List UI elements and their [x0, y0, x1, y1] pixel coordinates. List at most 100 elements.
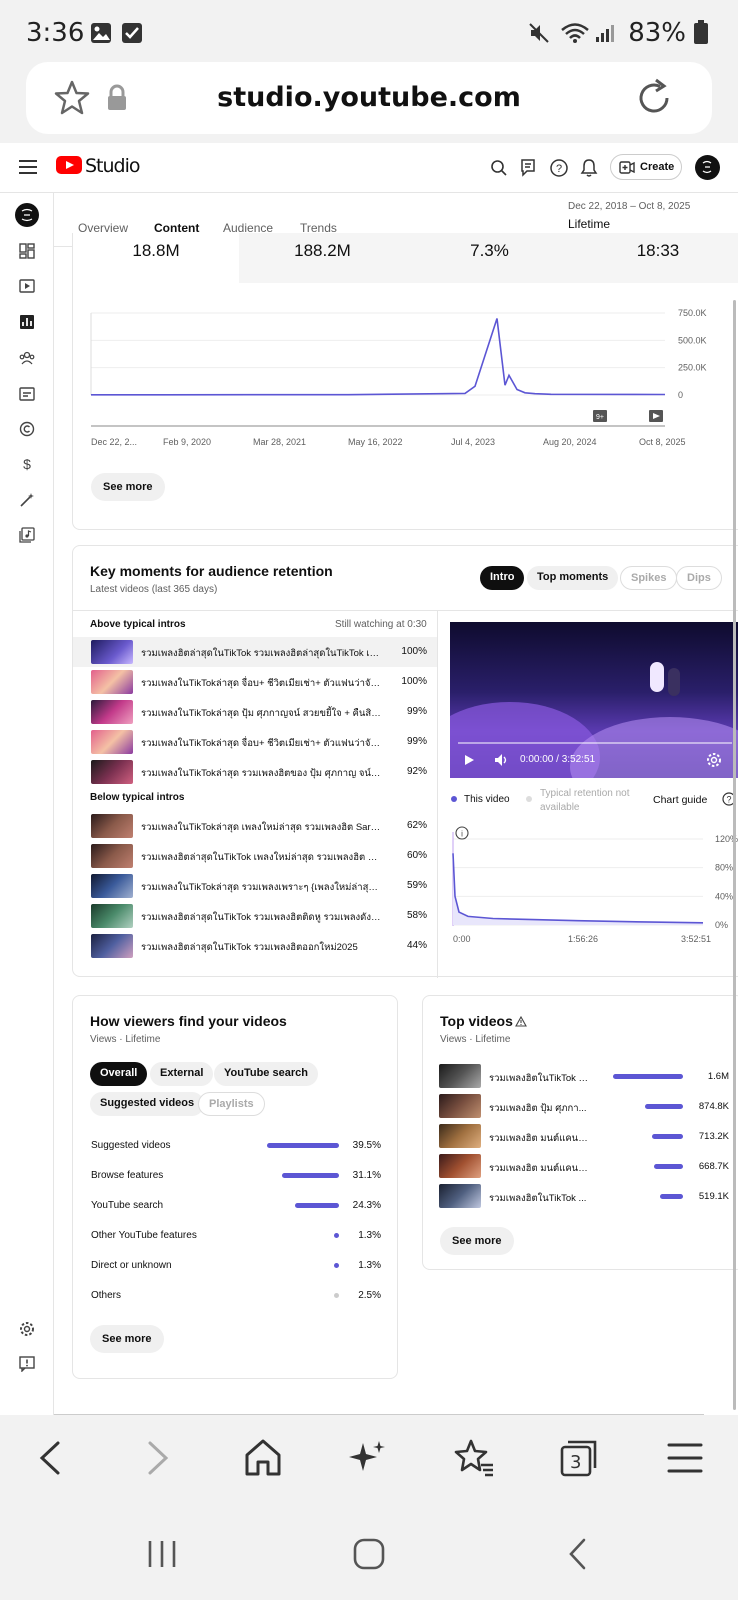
filter-playlists[interactable]: Playlists [198, 1092, 265, 1116]
subtitles-icon[interactable] [19, 386, 35, 402]
status-bar: 3:36 83% [0, 0, 738, 62]
system-back-icon[interactable] [562, 1537, 596, 1571]
notifications-bell-icon[interactable] [580, 158, 598, 178]
legend-this-video: This video [464, 794, 510, 805]
filter-dips[interactable]: Dips [676, 566, 722, 590]
help-icon[interactable]: ? [549, 158, 569, 178]
list-item[interactable]: รวมเพลงในTikTokล่าสุด จื่อบ+ ชีวิตเมียเช… [73, 667, 437, 697]
address-bar[interactable]: studio.youtube.com [26, 62, 712, 134]
send-feedback-icon[interactable] [19, 1356, 35, 1372]
feedback-list-icon[interactable] [520, 158, 538, 178]
video-player[interactable]: 0:00:00 / 3:52:51 [450, 622, 738, 778]
filter-top-moments[interactable]: Top moments [527, 566, 619, 590]
top-video-row[interactable]: รวมเพลงฮิต มนต์แคน แ... 713.2K [439, 1122, 729, 1150]
menu-icon[interactable] [662, 1435, 708, 1481]
x-tick-label: Mar 28, 2021 [253, 437, 306, 447]
channel-logo-icon [702, 160, 712, 174]
svg-text:$: $ [23, 456, 31, 472]
audio-library-icon[interactable] [19, 527, 35, 543]
page-scrollbar[interactable] [733, 300, 736, 1410]
list-item[interactable]: รวมเพลงฮิตล่าสุดในTikTok รวมเพลงฮิตออกให… [73, 931, 437, 961]
legend-typical-retention: Typical retention not available [540, 788, 630, 813]
traffic-source-row[interactable]: Other YouTube features 1.3% [91, 1226, 381, 1246]
filter-spikes[interactable]: Spikes [620, 566, 678, 590]
filter-youtube-search[interactable]: YouTube search [214, 1062, 318, 1086]
community-icon[interactable] [19, 350, 35, 366]
list-item[interactable]: รวมเพลงในTikTokล่าสุด จื่อบ+ ชีวิตเมียเช… [73, 727, 437, 757]
channel-avatar[interactable] [15, 203, 39, 227]
traffic-source-row[interactable]: Others 2.5% [91, 1286, 381, 1306]
back-arrow-icon[interactable] [28, 1435, 74, 1481]
above-typical-label: Above typical intros [90, 619, 186, 630]
list-item[interactable]: รวมเพลงในTikTokล่าสุด รวมเพลงเพราะๆ {เพล… [73, 871, 437, 901]
info-icon[interactable]: i [455, 826, 469, 840]
play-icon[interactable] [462, 753, 476, 767]
volume-icon[interactable] [494, 753, 510, 767]
warning-icon[interactable] [515, 1016, 527, 1027]
see-more-button[interactable]: See more [90, 1325, 164, 1353]
content-icon[interactable] [19, 278, 35, 294]
ai-sparkle-icon[interactable] [345, 1435, 391, 1481]
x-tick-label: 3:52:51 [681, 934, 711, 944]
youtube-logo-icon[interactable] [56, 156, 82, 174]
top-video-row[interactable]: รวมเพลงฮิต มนต์แคน แ... 668.7K [439, 1152, 729, 1180]
see-more-button[interactable]: See more [440, 1227, 514, 1255]
analytics-icon[interactable] [19, 314, 35, 330]
x-tick-label: Dec 22, 2... [91, 437, 137, 447]
settings-gear-icon[interactable] [19, 1321, 35, 1337]
legend-swatch [451, 796, 457, 802]
home-icon[interactable] [240, 1435, 286, 1481]
create-video-icon [619, 161, 635, 174]
video-thumbnail [439, 1154, 481, 1178]
traffic-source-row[interactable]: Suggested videos 39.5% [91, 1136, 381, 1156]
traffic-source-row[interactable]: Browse features 31.1% [91, 1166, 381, 1186]
recent-apps-icon[interactable] [145, 1537, 179, 1571]
copyright-icon[interactable] [19, 421, 35, 437]
forward-arrow-icon[interactable] [134, 1435, 180, 1481]
top-video-row[interactable]: รวมเพลงฮิต ปุ้ม ศุภกา... 874.8K [439, 1092, 729, 1120]
y-tick-label: 250.0K [678, 363, 707, 373]
list-item[interactable]: รวมเพลงในTikTokล่าสุด ปุ้ม ศุภกาญจน์ สวย… [73, 697, 437, 727]
video-marker-icon[interactable] [649, 410, 663, 422]
metric-impressions[interactable]: 188.2M [239, 233, 406, 283]
create-button[interactable]: Create [610, 154, 682, 180]
top-video-row[interactable]: รวมเพลงฮิตในTikTok [... 1.6M [439, 1062, 729, 1090]
legend-swatch [526, 796, 532, 802]
bookmarks-icon[interactable] [451, 1435, 497, 1481]
published-video-marker[interactable]: 9+ [593, 410, 607, 422]
top-video-row[interactable]: รวมเพลงฮิตในTikTok ... 519.1K [439, 1182, 729, 1210]
list-item[interactable]: รวมเพลงฮิตล่าสุดในTikTok เพลงใหม่ล่าสุด … [73, 841, 437, 871]
video-title: รวมเพลงฮิต มนต์แคน แ... [489, 1163, 589, 1174]
metric-views[interactable]: 18.8M [73, 233, 239, 283]
search-icon[interactable] [490, 159, 508, 177]
chart-guide-link[interactable]: Chart guide [653, 794, 707, 806]
video-progress-bar[interactable] [458, 742, 732, 744]
url-text[interactable]: studio.youtube.com [26, 82, 712, 113]
filter-suggested-videos[interactable]: Suggested videos [90, 1092, 205, 1116]
filter-external[interactable]: External [150, 1062, 214, 1086]
system-home-icon[interactable] [352, 1537, 386, 1571]
list-item[interactable]: รวมเพลงฮิตล่าสุดในTikTok รวมเพลงฮิตล่าสุ… [73, 637, 437, 667]
traffic-source-row[interactable]: YouTube search 24.3% [91, 1196, 381, 1216]
traffic-source-row[interactable]: Direct or unknown 1.3% [91, 1256, 381, 1276]
filter-overall[interactable]: Overall [90, 1062, 148, 1086]
x-tick-label: Aug 20, 2024 [543, 437, 597, 447]
list-item[interactable]: รวมเพลงในTikTokล่าสุด เพลงใหม่ล่าสุด รวม… [73, 811, 437, 841]
player-settings-icon[interactable] [706, 752, 722, 768]
see-more-button[interactable]: See more [91, 473, 165, 501]
list-item[interactable]: รวมเพลงในTikTokล่าสุด รวมเพลงฮิตของ ปุ้ม… [73, 757, 437, 787]
avatar[interactable] [695, 155, 720, 180]
customization-wand-icon[interactable] [19, 492, 35, 508]
metric-ctr[interactable]: 7.3% [406, 233, 573, 283]
tabs-button[interactable]: 3 [556, 1435, 602, 1481]
metric-avg-duration[interactable]: 18:33 [573, 233, 738, 283]
list-item[interactable]: รวมเพลงฮิตล่าสุดในTikTok รวมเพลงฮิตติดหู… [73, 901, 437, 931]
dashboard-icon[interactable] [19, 243, 35, 259]
traffic-sources-card: How viewers find your videos Views · Lif… [72, 995, 398, 1379]
earn-dollar-icon[interactable]: $ [19, 456, 35, 472]
menu-icon[interactable] [18, 158, 38, 176]
filter-intro[interactable]: Intro [480, 566, 525, 590]
battery-level: 83% [628, 18, 686, 48]
browser-toolbar: 3 [0, 1415, 738, 1600]
reload-icon[interactable] [632, 76, 676, 120]
